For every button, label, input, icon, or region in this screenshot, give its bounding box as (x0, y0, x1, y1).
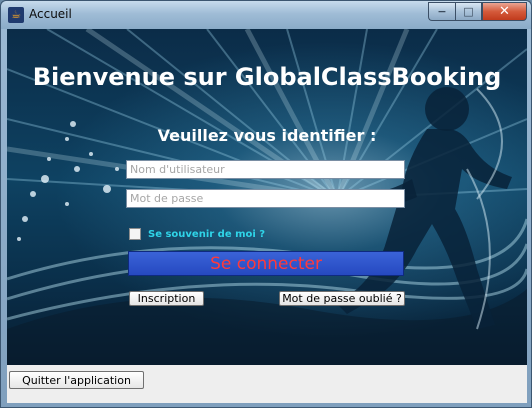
username-input[interactable] (126, 160, 405, 179)
remember-me-row[interactable]: Se souvenir de moi ? (129, 228, 265, 240)
signup-button[interactable]: Inscription (129, 291, 204, 306)
forgot-password-button[interactable]: Mot de passe oublié ? (279, 291, 405, 306)
window-controls: − □ ✕ (428, 2, 527, 21)
welcome-heading: Bienvenue sur GlobalClassBooking (32, 63, 502, 91)
java-app-icon: ☕ (8, 7, 24, 23)
close-button[interactable]: ✕ (482, 2, 527, 21)
quit-application-button[interactable]: Quitter l'application (9, 371, 144, 389)
identify-prompt: Veuillez vous identifier : (157, 126, 377, 145)
minimize-button[interactable]: − (428, 2, 455, 21)
app-window: ☕ Accueil − □ ✕ Bienvenue sur GlobalClas… (0, 0, 532, 408)
remember-me-label: Se souvenir de moi ? (148, 228, 266, 240)
password-input[interactable] (126, 189, 405, 208)
window-title: Accueil (29, 7, 72, 21)
connect-button[interactable]: Se connecter (128, 251, 404, 276)
footer-bar: Quitter l'application (7, 365, 527, 403)
login-panel: Bienvenue sur GlobalClassBooking Veuille… (7, 29, 527, 365)
title-bar[interactable]: ☕ Accueil − □ ✕ (1, 1, 531, 29)
maximize-button[interactable]: □ (455, 2, 482, 21)
remember-me-checkbox[interactable] (129, 228, 141, 240)
